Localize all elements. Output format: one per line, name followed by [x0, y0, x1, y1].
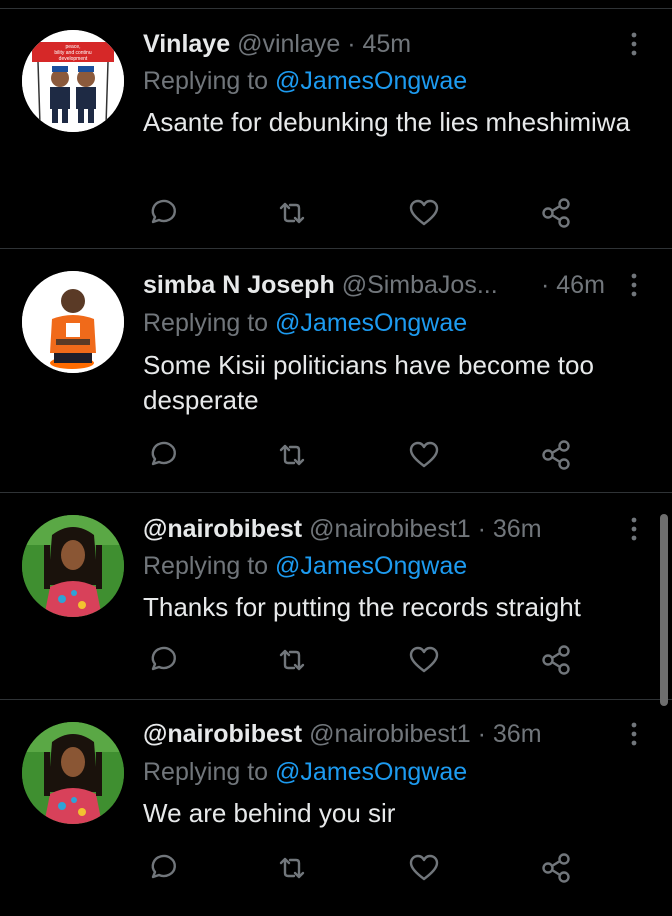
display-name[interactable]: simba N Joseph [143, 271, 335, 299]
timestamp[interactable]: 36m [493, 720, 542, 748]
action-bar [0, 196, 672, 230]
more-options-button[interactable] [622, 28, 646, 60]
mention-link[interactable]: @JamesOngwae [275, 67, 467, 95]
like-button[interactable] [407, 851, 441, 885]
tweet-text: Thanks for putting the records straight [143, 592, 581, 622]
reply-bubble-icon [151, 199, 176, 224]
reply-button[interactable] [144, 851, 178, 885]
tweet-header: @nairobibest @nairobibest1 · 36m [143, 718, 612, 750]
heart-icon [409, 441, 439, 468]
more-vertical-icon [631, 273, 637, 297]
like-button[interactable] [407, 196, 441, 230]
share-button[interactable] [539, 196, 573, 230]
avatar-woman-braids [22, 722, 124, 824]
poster-line-3: development [59, 56, 88, 62]
replying-to-line: Replying to @JamesOngwae [143, 756, 467, 788]
tweet-text: We are behind you sir [143, 798, 396, 828]
avatar-man-orange-shirt [22, 271, 124, 373]
retweet-button[interactable] [275, 196, 309, 230]
share-button[interactable] [539, 851, 573, 885]
tweet-header: @nairobibest @nairobibest1 · 36m [143, 513, 612, 545]
avatar[interactable] [22, 515, 124, 617]
avatar[interactable] [22, 271, 124, 373]
more-options-button[interactable] [622, 513, 646, 545]
reply-bubble-icon [151, 854, 176, 879]
replying-to-line: Replying to @JamesOngwae [143, 307, 467, 339]
separator-dot: · [541, 271, 550, 299]
timestamp[interactable]: 36m [493, 515, 542, 543]
share-button[interactable] [539, 643, 573, 677]
tweet-time: · 46m [541, 269, 605, 301]
reply-tweet[interactable]: @nairobibest @nairobibest1 · 36m Replyin… [0, 700, 672, 916]
heart-icon [409, 646, 439, 673]
reply-button[interactable] [144, 438, 178, 472]
reply-button[interactable] [144, 196, 178, 230]
more-vertical-icon [631, 517, 637, 541]
reply-tweet[interactable]: simba N Joseph @SimbaJos... · 46m Replyi… [0, 249, 672, 493]
heart-icon [409, 199, 439, 226]
reply-bubble-icon [151, 646, 176, 671]
more-options-button[interactable] [622, 269, 646, 301]
more-vertical-icon [631, 32, 637, 56]
scrollbar-thumb[interactable] [660, 514, 668, 706]
avatar-woman-braids [22, 515, 124, 617]
user-handle[interactable]: @nairobibest1 [309, 720, 471, 748]
avatar[interactable]: peace, bility and continu development [22, 30, 124, 132]
action-bar [0, 643, 672, 677]
like-button[interactable] [407, 643, 441, 677]
replying-to-label: Replying to [143, 552, 276, 580]
user-handle[interactable]: @SimbaJos... [342, 271, 498, 299]
display-name[interactable]: @nairobibest [143, 515, 302, 543]
more-options-button[interactable] [622, 718, 646, 750]
reply-button[interactable] [144, 643, 178, 677]
user-handle[interactable]: @nairobibest1 [309, 515, 471, 543]
share-button[interactable] [539, 438, 573, 472]
separator-dot: · [347, 30, 356, 58]
display-name[interactable]: @nairobibest [143, 720, 302, 748]
retweet-icon [279, 202, 305, 224]
more-vertical-icon [631, 722, 637, 746]
retweet-button[interactable] [275, 643, 309, 677]
tweet-header: Vinlaye @vinlaye · 45m [143, 28, 612, 60]
retweet-icon [279, 444, 305, 466]
heart-icon [409, 854, 439, 881]
avatar[interactable] [22, 722, 124, 824]
reply-tweet[interactable]: peace, bility and continu development Vi… [0, 8, 672, 249]
timestamp[interactable]: 45m [363, 30, 412, 58]
timestamp[interactable]: 46m [556, 271, 605, 299]
display-name[interactable]: Vinlaye [143, 30, 230, 58]
reply-bubble-icon [151, 441, 176, 466]
like-button[interactable] [407, 438, 441, 472]
separator-dot: · [477, 515, 486, 543]
share-icon [542, 198, 570, 228]
share-icon [542, 645, 570, 675]
retweet-button[interactable] [275, 438, 309, 472]
action-bar [0, 851, 672, 885]
replying-to-label: Replying to [143, 758, 276, 786]
replying-to-label: Replying to [143, 67, 276, 95]
share-icon [542, 440, 570, 470]
separator-dot: · [477, 720, 486, 748]
tweet-text: Some Kisii politicians have become too d… [143, 350, 594, 415]
retweet-button[interactable] [275, 851, 309, 885]
share-icon [542, 853, 570, 883]
replying-to-label: Replying to [143, 309, 276, 337]
tweet-text: Asante for debunking the lies mheshimiwa [143, 107, 631, 137]
user-handle[interactable]: @vinlaye [237, 30, 340, 58]
retweet-icon [279, 649, 305, 671]
avatar-cartoon-poster: peace, bility and continu development [22, 30, 124, 132]
action-bar [0, 438, 672, 472]
retweet-icon [279, 857, 305, 879]
mention-link[interactable]: @JamesOngwae [275, 552, 467, 580]
mention-link[interactable]: @JamesOngwae [275, 758, 467, 786]
replying-to-line: Replying to @JamesOngwae [143, 65, 467, 97]
reply-tweet[interactable]: @nairobibest @nairobibest1 · 36m Replyin… [0, 493, 672, 700]
mention-link[interactable]: @JamesOngwae [275, 309, 467, 337]
tweet-header: simba N Joseph @SimbaJos... [143, 269, 522, 301]
replying-to-line: Replying to @JamesOngwae [143, 550, 467, 582]
